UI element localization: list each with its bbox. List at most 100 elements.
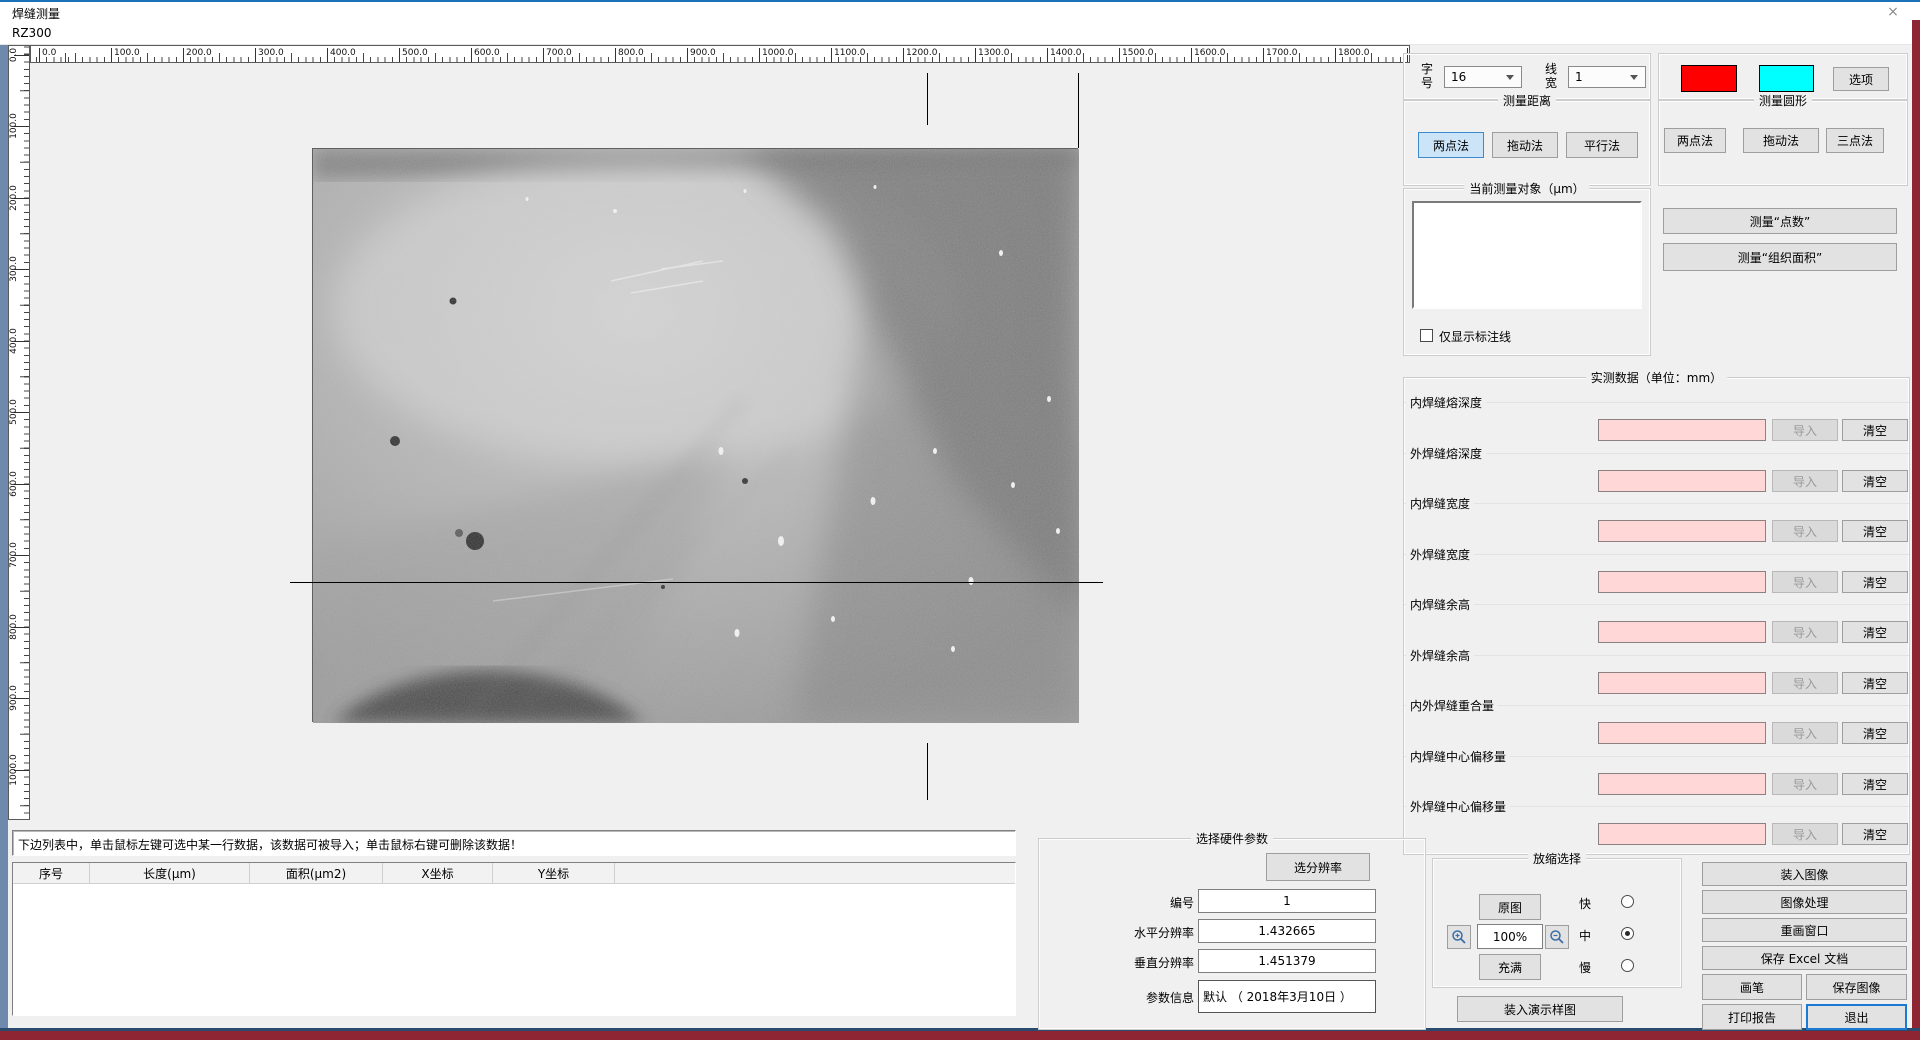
h-ruler-major-tick <box>183 48 184 63</box>
measured-value-field[interactable] <box>1598 773 1766 795</box>
zoom-percent-field[interactable]: 100% <box>1477 924 1543 949</box>
results-table-body[interactable] <box>13 884 1015 1016</box>
options-button[interactable]: 选项 <box>1833 67 1889 91</box>
measured-value-field[interactable] <box>1598 621 1766 643</box>
measured-value-field[interactable] <box>1598 520 1766 542</box>
measure-marker-bottom <box>927 743 928 800</box>
import-button[interactable]: 导入 <box>1772 722 1838 744</box>
h-ruler-label: 100.0 <box>114 48 140 58</box>
import-button[interactable]: 导入 <box>1772 823 1838 845</box>
pen-button[interactable]: 画笔 <box>1702 974 1802 1000</box>
save-excel-button[interactable]: 保存 Excel 文档 <box>1702 946 1907 970</box>
clear-button[interactable]: 清空 <box>1842 419 1908 441</box>
h-ruler-label: 600.0 <box>474 48 500 58</box>
h-ruler-major-tick <box>399 48 400 63</box>
speed-radio-medium[interactable] <box>1621 927 1634 940</box>
measured-value-field[interactable] <box>1598 419 1766 441</box>
speed-radio-fast[interactable] <box>1621 895 1634 908</box>
col-header-x: X坐标 <box>383 863 493 883</box>
measure-area-button[interactable]: 测量“组织面积” <box>1663 243 1897 271</box>
clear-button[interactable]: 清空 <box>1842 823 1908 845</box>
circle-method-drag[interactable]: 拖动法 <box>1743 128 1819 153</box>
h-ruler-label: 200.0 <box>186 48 212 58</box>
measured-value-field[interactable] <box>1598 672 1766 694</box>
line-width-label: 线宽 <box>1544 62 1558 90</box>
menu-item-rz300[interactable]: RZ300 <box>12 26 51 40</box>
measure-points-button[interactable]: 测量“点数” <box>1663 208 1897 234</box>
distance-method-drag[interactable]: 拖动法 <box>1492 132 1558 158</box>
measured-row-label: 内焊缝余高 <box>1406 596 1474 613</box>
measured-data-title: 实测数据（单位：mm） <box>1586 369 1727 386</box>
current-object-listbox[interactable] <box>1412 201 1642 309</box>
print-report-button[interactable]: 打印报告 <box>1702 1004 1802 1030</box>
h-ruler-label: 1400.0 <box>1050 48 1082 58</box>
load-image-button[interactable]: 装入图像 <box>1702 862 1907 886</box>
weld-image[interactable] <box>312 148 1078 722</box>
hw-field-vres[interactable]: 1.451379 <box>1198 949 1376 973</box>
measured-row-label: 内焊缝中心偏移量 <box>1406 748 1510 765</box>
measured-data-group: 实测数据（单位：mm） 内焊缝熔深度 导入 清空 外焊缝熔深度 导入 清空 内焊… <box>1403 377 1910 855</box>
circle-method-three-point[interactable]: 三点法 <box>1826 128 1884 153</box>
show-annotation-only-checkbox[interactable] <box>1420 329 1433 342</box>
h-ruler-major-tick <box>1263 48 1264 63</box>
measured-value-field[interactable] <box>1598 823 1766 845</box>
image-processing-button[interactable]: 图像处理 <box>1702 890 1907 914</box>
exit-button[interactable]: 退出 <box>1806 1004 1907 1030</box>
measured-row: 内焊缝宽度 导入 清空 <box>1404 503 1909 554</box>
measured-value-field[interactable] <box>1598 571 1766 593</box>
redraw-window-button[interactable]: 重画窗口 <box>1702 918 1907 942</box>
v-ruler-label: 400.0 <box>9 319 21 363</box>
col-header-index: 序号 <box>13 863 90 883</box>
hw-field-info[interactable]: 默认 （ 2018年3月10日 ） <box>1198 980 1376 1013</box>
v-ruler-label: 800.0 <box>9 605 21 649</box>
clear-button[interactable]: 清空 <box>1842 571 1908 593</box>
original-size-button[interactable]: 原图 <box>1479 894 1541 920</box>
import-button[interactable]: 导入 <box>1772 571 1838 593</box>
magnifier-minus-icon <box>1549 929 1565 945</box>
circle-method-two-point[interactable]: 两点法 <box>1664 128 1726 153</box>
clear-button[interactable]: 清空 <box>1842 773 1908 795</box>
close-icon[interactable]: × <box>1882 3 1904 21</box>
import-button[interactable]: 导入 <box>1772 419 1838 441</box>
h-ruler-label: 1800.0 <box>1338 48 1370 58</box>
v-ruler-label: 300.0 <box>9 247 21 291</box>
zoom-in-button[interactable] <box>1447 925 1471 949</box>
clear-button[interactable]: 清空 <box>1842 470 1908 492</box>
hw-label-vres: 垂直分辨率 <box>1049 954 1194 971</box>
h-ruler-label: 1700.0 <box>1266 48 1298 58</box>
line-width-select[interactable]: 1 <box>1568 66 1646 88</box>
save-image-button[interactable]: 保存图像 <box>1806 974 1907 1000</box>
import-button[interactable]: 导入 <box>1772 520 1838 542</box>
hw-field-number[interactable]: 1 <box>1198 889 1376 913</box>
results-table[interactable]: 序号 长度(μm) 面积(μm2) X坐标 Y坐标 <box>12 862 1016 1016</box>
fill-button[interactable]: 充满 <box>1479 954 1541 980</box>
select-resolution-button[interactable]: 选分辨率 <box>1266 853 1370 881</box>
measured-value-field[interactable] <box>1598 470 1766 492</box>
measure-distance-group: 测量距离 两点法 拖动法 平行法 <box>1403 100 1651 186</box>
h-ruler-major-tick <box>975 48 976 63</box>
measured-value-field[interactable] <box>1598 722 1766 744</box>
h-ruler-major-tick <box>471 48 472 63</box>
distance-method-parallel[interactable]: 平行法 <box>1566 132 1638 158</box>
hw-field-hres[interactable]: 1.432665 <box>1198 919 1376 943</box>
measured-row: 外焊缝中心偏移量 导入 清空 <box>1404 806 1909 857</box>
clear-button[interactable]: 清空 <box>1842 520 1908 542</box>
h-ruler-label: 1100.0 <box>834 48 866 58</box>
font-size-select[interactable]: 16 <box>1444 66 1522 88</box>
color-swatch-red[interactable] <box>1681 65 1737 92</box>
import-button[interactable]: 导入 <box>1772 672 1838 694</box>
speed-radio-slow[interactable] <box>1621 959 1634 972</box>
distance-method-two-point[interactable]: 两点法 <box>1418 132 1484 158</box>
clear-button[interactable]: 清空 <box>1842 621 1908 643</box>
import-button[interactable]: 导入 <box>1772 773 1838 795</box>
measure-marker-right-edge <box>1078 73 1079 148</box>
clear-button[interactable]: 清空 <box>1842 722 1908 744</box>
v-ruler-label: 1000.0 <box>9 748 21 792</box>
load-demo-button[interactable]: 装入演示样图 <box>1457 996 1623 1022</box>
import-button[interactable]: 导入 <box>1772 621 1838 643</box>
color-swatch-cyan[interactable] <box>1759 65 1814 92</box>
import-button[interactable]: 导入 <box>1772 470 1838 492</box>
v-ruler-label: 1100.0 <box>9 819 21 820</box>
zoom-out-button[interactable] <box>1545 925 1569 949</box>
clear-button[interactable]: 清空 <box>1842 672 1908 694</box>
